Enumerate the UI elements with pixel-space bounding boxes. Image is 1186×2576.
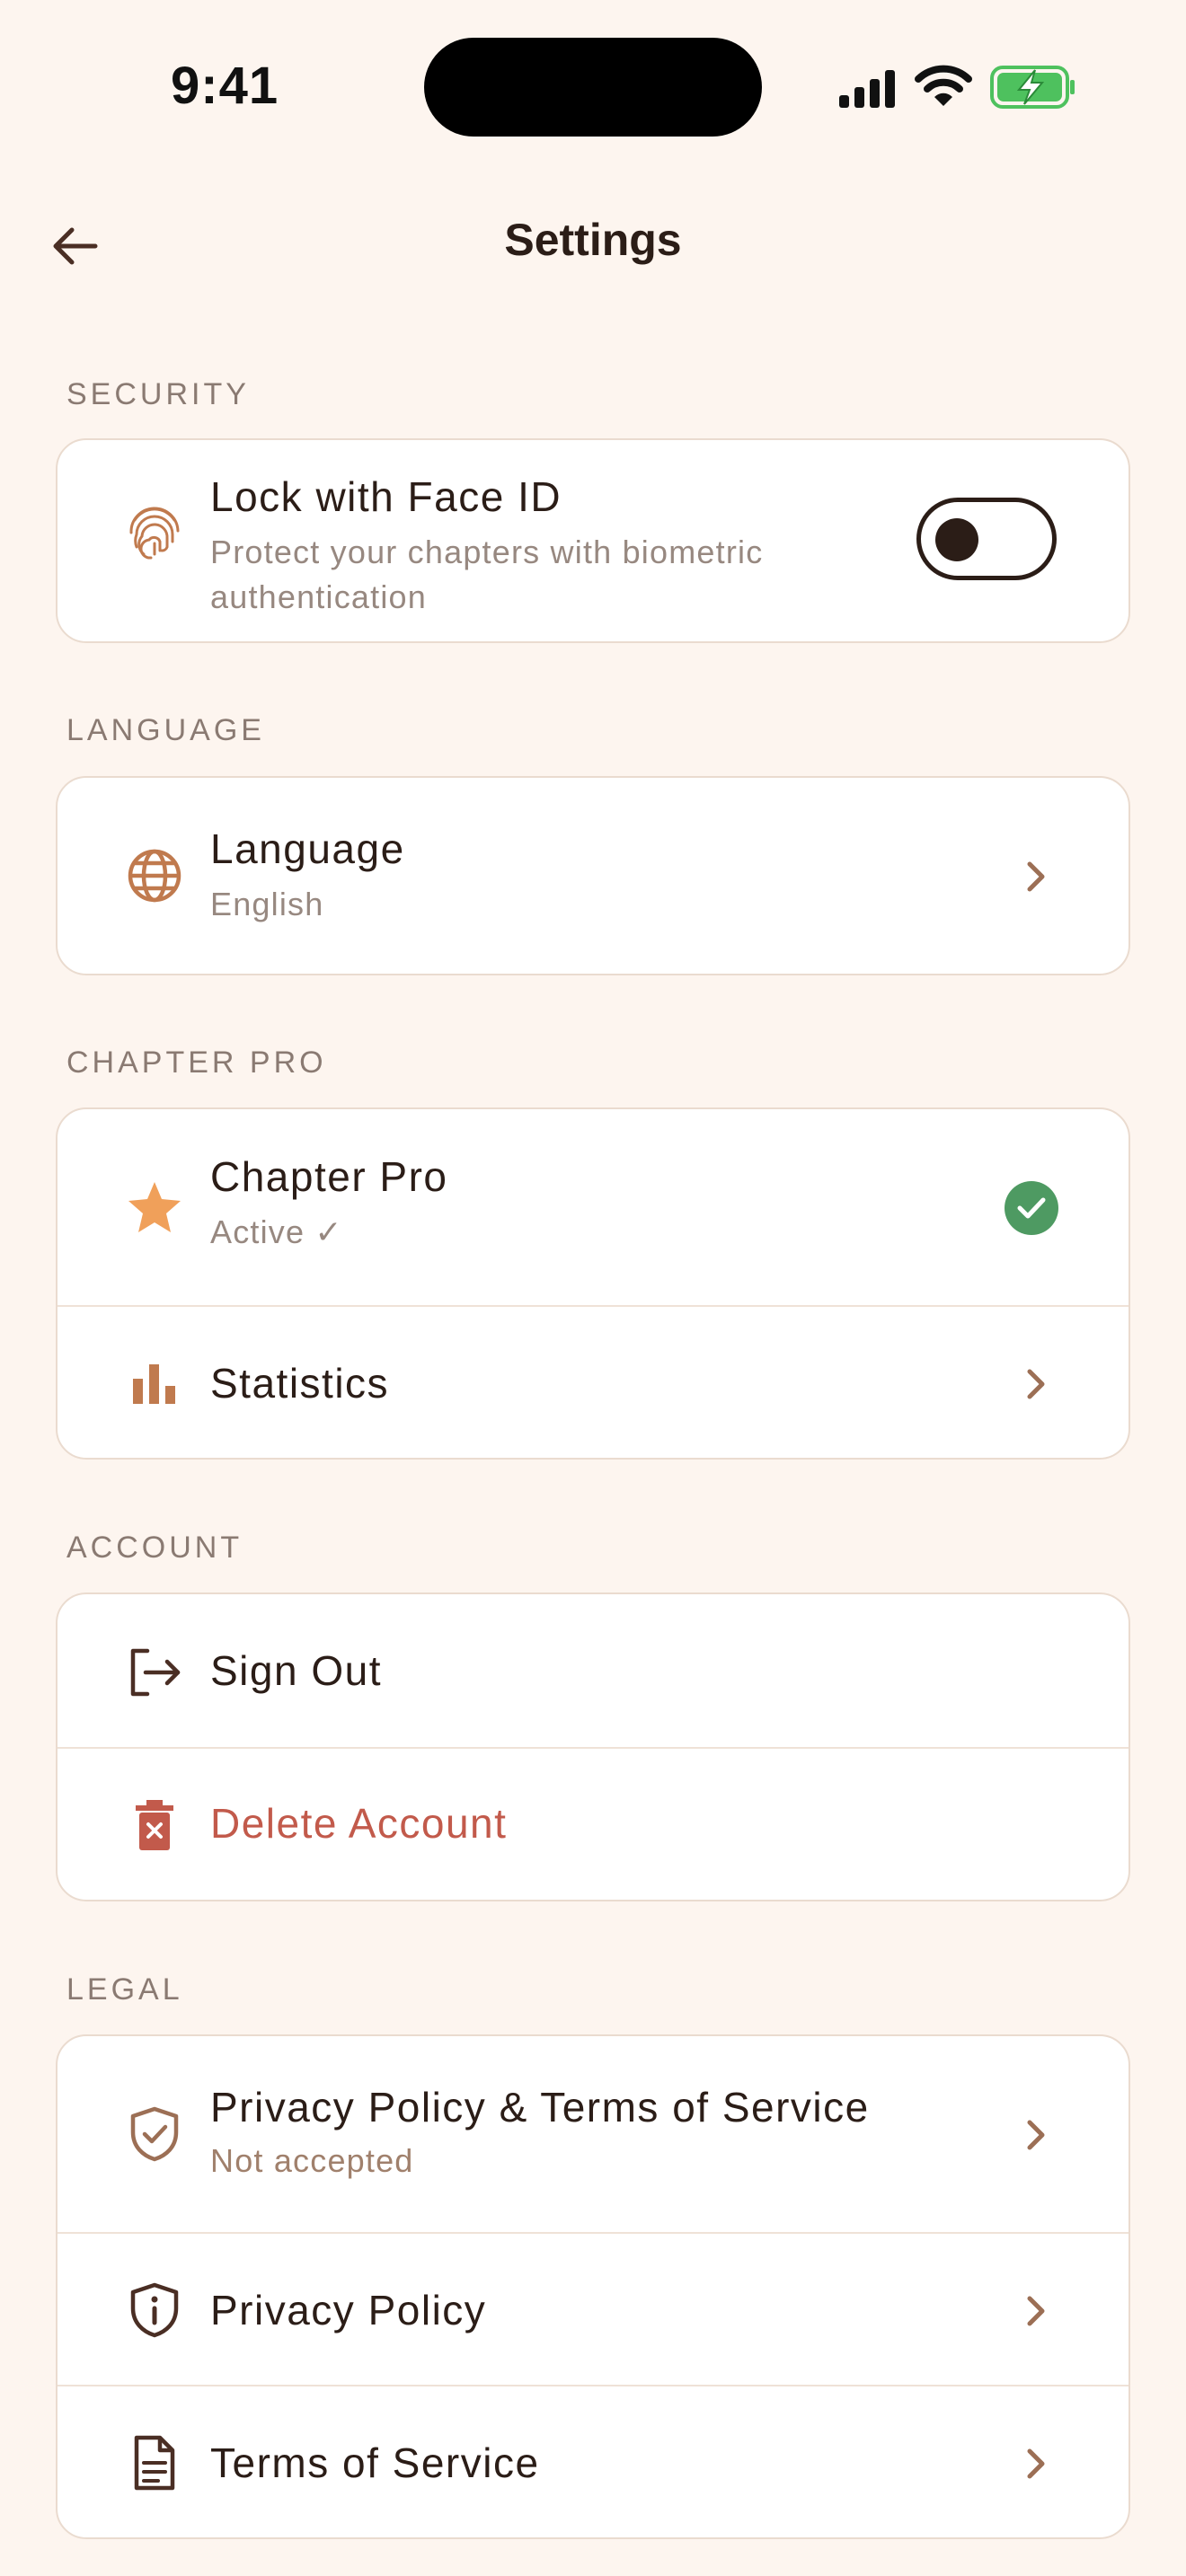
privacy-policy-title: Privacy Policy [210,2287,487,2333]
chevron-right-icon [1017,1366,1053,1402]
settings-screen: 9:41 Settings SECURITY Lock with Face ID… [0,0,1186,2576]
delete-account-title: Delete Account [210,1800,508,1847]
language-title: Language [210,825,405,872]
section-label-legal: LEGAL [66,1972,183,2007]
fingerprint-icon [123,501,186,564]
toggle-knob [935,518,978,561]
section-label-language: LANGUAGE [66,713,265,747]
delete-account-row[interactable]: Delete Account [58,1749,1128,1900]
privacy-terms-title: Privacy Policy & Terms of Service [210,2084,870,2130]
sign-out-icon [123,1641,186,1704]
shield-info-icon [123,2279,186,2342]
star-icon [123,1176,186,1239]
trash-icon [123,1794,186,1857]
document-icon [123,2431,186,2494]
face-id-row[interactable]: Lock with Face ID Protect your chapters … [58,440,1128,641]
cellular-signal-icon [839,70,895,108]
sign-out-title: Sign Out [210,1647,382,1694]
face-id-title: Lock with Face ID [210,473,562,520]
check-circle-icon [1005,1181,1058,1235]
privacy-policy-row[interactable]: Privacy Policy [58,2234,1128,2386]
language-card: Language English [56,776,1130,975]
section-label-chapter-pro: CHAPTER PRO [66,1045,327,1080]
privacy-terms-row[interactable]: Privacy Policy & Terms of Service Not ac… [58,2036,1128,2234]
face-id-subtitle: Protect your chapters with biometric aut… [210,534,764,615]
privacy-terms-status: Not accepted [210,2142,414,2179]
statistics-title: Statistics [210,1360,390,1407]
battery-charging-icon [990,66,1075,109]
shield-check-icon [123,2103,186,2166]
statistics-row[interactable]: Statistics [58,1307,1128,1458]
legal-card: Privacy Policy & Terms of Service Not ac… [56,2034,1130,2539]
security-card: Lock with Face ID Protect your chapters … [56,438,1130,643]
chevron-right-icon [1017,2293,1053,2329]
account-card: Sign Out Delete Account [56,1592,1130,1901]
page-title: Settings [504,215,682,265]
status-time: 9:41 [171,57,279,115]
section-label-account: ACCOUNT [66,1531,243,1565]
section-label-security: SECURITY [66,377,250,411]
chapter-pro-status: Active ✓ [210,1213,343,1250]
language-row[interactable]: Language English [58,778,1128,974]
chevron-right-icon [1017,2117,1053,2153]
globe-icon [123,844,186,907]
language-value: English [210,886,324,922]
sign-out-row[interactable]: Sign Out [58,1594,1128,1749]
chapter-pro-title: Chapter Pro [210,1153,448,1200]
terms-of-service-title: Terms of Service [210,2439,540,2486]
dynamic-island [424,38,762,137]
status-bar: 9:41 [0,0,1186,171]
chapter-pro-card: Chapter Pro Active ✓ Statistics [56,1107,1130,1460]
chevron-right-icon [1017,859,1053,895]
chevron-right-icon [1017,2446,1053,2482]
terms-of-service-row[interactable]: Terms of Service [58,2386,1128,2537]
face-id-toggle[interactable] [916,498,1057,580]
wifi-icon [915,65,972,106]
nav-header: Settings [0,198,1186,287]
bar-chart-icon [123,1352,186,1415]
chapter-pro-row[interactable]: Chapter Pro Active ✓ [58,1109,1128,1307]
